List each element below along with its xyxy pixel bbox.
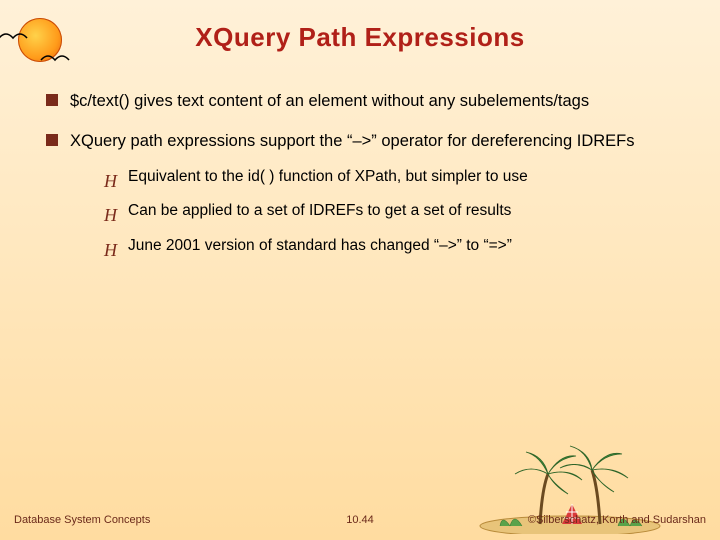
bullet-level1: $c/text() gives text content of an eleme… [40,90,680,112]
bullet-text: XQuery path expressions support the “–>”… [70,132,635,150]
bullet-level2: H Can be applied to a set of IDREFs to g… [70,201,680,222]
slide-title: XQuery Path Expressions [0,22,720,53]
footer-copyright: ©Silberschatz, Korth and Sudarshan [528,514,706,526]
bullet-text: Equivalent to the id( ) function of XPat… [128,168,528,185]
sub-bullet-icon: H [104,238,117,262]
sub-bullet-icon: H [104,169,117,193]
slide-body: $c/text() gives text content of an eleme… [40,90,680,275]
bullet-text: Can be applied to a set of IDREFs to get… [128,202,511,219]
sub-bullet-icon: H [104,203,117,227]
bullet-level1: XQuery path expressions support the “–>”… [40,130,680,257]
bird-icon [40,52,70,66]
bullet-level2: H Equivalent to the id( ) function of XP… [70,167,680,188]
bullet-text: June 2001 version of standard has change… [128,237,512,254]
bullet-level2: H June 2001 version of standard has chan… [70,236,680,257]
